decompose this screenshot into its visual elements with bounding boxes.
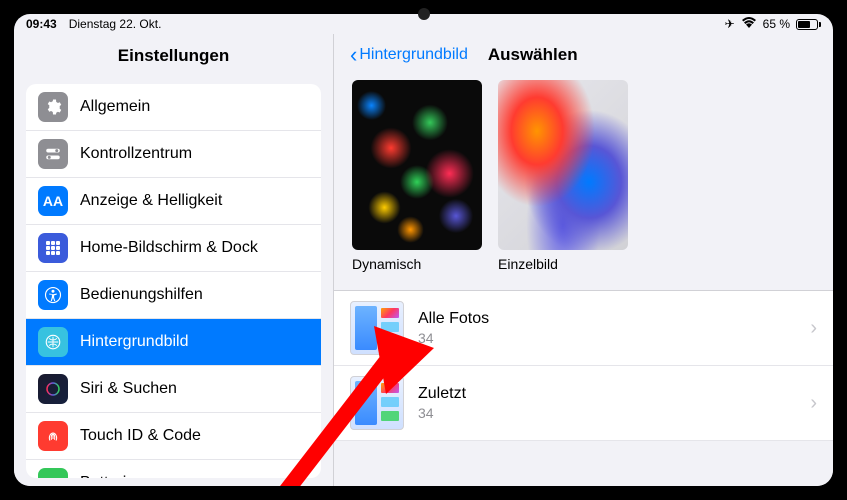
settings-item-label: Anzeige & Helligkeit <box>80 192 309 210</box>
settings-item-label: Home-Bildschirm & Dock <box>80 239 309 257</box>
screen: 09:43 Dienstag 22. Okt. ✈︎ 65 % Einstell… <box>14 14 833 486</box>
airplane-mode-icon: ✈︎ <box>725 17 735 31</box>
settings-item-general[interactable]: Allgemein <box>26 84 321 131</box>
wallpaper-dynamic[interactable]: Dynamisch <box>352 80 482 272</box>
chevron-right-icon: › <box>810 392 817 415</box>
toggles-icon <box>38 139 68 169</box>
settings-item-label: Siri & Suchen <box>80 380 309 398</box>
album-count: 34 <box>418 330 796 346</box>
settings-sidebar: Einstellungen Allgemein Kontrollzentrum … <box>14 34 334 486</box>
settings-item-accessibility[interactable]: Bedienungshilfen <box>26 272 321 319</box>
settings-item-label: Touch ID & Code <box>80 427 309 445</box>
fingerprint-icon <box>38 421 68 451</box>
siri-icon <box>38 374 68 404</box>
album-name: Alle Fotos <box>418 310 796 328</box>
wallpaper-icon <box>38 327 68 357</box>
photo-albums-list: Alle Fotos 34 › Zuletzt 34 › <box>334 290 833 441</box>
settings-item-label: Bedienungshilfen <box>80 286 309 304</box>
app-grid-icon <box>38 233 68 263</box>
settings-item-label: Kontrollzentrum <box>80 145 309 163</box>
settings-item-siri[interactable]: Siri & Suchen <box>26 366 321 413</box>
gear-icon <box>38 92 68 122</box>
detail-title: Auswählen <box>488 45 578 65</box>
album-recents[interactable]: Zuletzt 34 › <box>334 366 833 441</box>
status-date: Dienstag 22. Okt. <box>69 17 162 31</box>
sidebar-title: Einstellungen <box>14 34 333 76</box>
wifi-icon <box>741 17 757 31</box>
device-frame: 09:43 Dienstag 22. Okt. ✈︎ 65 % Einstell… <box>0 0 847 500</box>
detail-header: ‹ Hintergrundbild Auswählen <box>334 34 833 74</box>
album-name: Zuletzt <box>418 385 796 403</box>
chevron-left-icon: ‹ <box>350 44 357 66</box>
settings-item-label: Hintergrundbild <box>80 333 309 351</box>
back-label: Hintergrundbild <box>359 46 468 64</box>
wallpaper-thumbnail <box>498 80 628 250</box>
camera-notch <box>418 8 430 20</box>
wallpaper-label: Dynamisch <box>352 256 482 272</box>
settings-item-home-screen[interactable]: Home-Bildschirm & Dock <box>26 225 321 272</box>
back-button[interactable]: ‹ Hintergrundbild <box>350 44 468 66</box>
settings-item-display[interactable]: AA Anzeige & Helligkeit <box>26 178 321 225</box>
status-time: 09:43 <box>26 17 57 31</box>
chevron-right-icon: › <box>810 317 817 340</box>
wallpaper-static[interactable]: Einzelbild <box>498 80 628 272</box>
settings-item-touchid[interactable]: Touch ID & Code <box>26 413 321 460</box>
battery-percentage: 65 % <box>763 17 790 31</box>
settings-item-battery[interactable]: Batterie <box>26 460 321 478</box>
album-thumbnail <box>350 376 404 430</box>
battery-icon <box>38 468 68 478</box>
text-size-icon: AA <box>38 186 68 216</box>
battery-icon <box>796 19 821 30</box>
album-thumbnail <box>350 301 404 355</box>
wallpaper-thumbnail <box>352 80 482 250</box>
settings-item-wallpaper[interactable]: Hintergrundbild <box>26 319 321 366</box>
settings-item-label: Batterie <box>80 474 309 478</box>
settings-list: Allgemein Kontrollzentrum AA Anzeige & H… <box>26 84 321 478</box>
detail-pane: ‹ Hintergrundbild Auswählen Dynamisch Ei… <box>334 34 833 486</box>
wallpaper-type-grid: Dynamisch Einzelbild <box>334 74 833 282</box>
accessibility-icon <box>38 280 68 310</box>
wallpaper-label: Einzelbild <box>498 256 628 272</box>
settings-item-control-center[interactable]: Kontrollzentrum <box>26 131 321 178</box>
album-all-photos[interactable]: Alle Fotos 34 › <box>334 291 833 366</box>
album-count: 34 <box>418 405 796 421</box>
settings-item-label: Allgemein <box>80 98 309 116</box>
